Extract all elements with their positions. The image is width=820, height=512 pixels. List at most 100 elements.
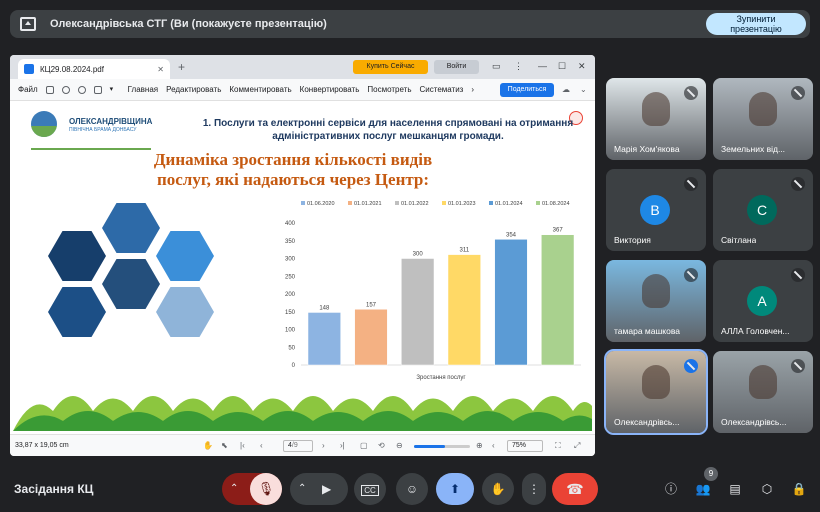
more-vert-icon: ⋮ <box>528 482 540 496</box>
participant-tile[interactable]: С Світлана <box>713 169 813 251</box>
slide-page: ОЛЕКСАНДРІВЩИНА ПІВНІЧНА БРАМА ДОНБАСУ 1… <box>13 103 592 431</box>
legend-swatch <box>395 201 399 205</box>
people-icon[interactable]: 👥 <box>695 481 711 497</box>
stop-presenting-button[interactable]: Зупинити презентацію <box>706 13 806 35</box>
y-tick-label: 150 <box>285 310 296 316</box>
legend-label: 01.01.2024 <box>495 201 523 207</box>
participant-count-badge: 9 <box>704 467 718 481</box>
prev-page-icon[interactable]: ‹ <box>260 441 263 450</box>
close-tab-icon[interactable]: ✕ <box>157 65 164 74</box>
rotate-icon[interactable]: ⟲ <box>378 441 385 450</box>
document-tab[interactable]: КЦ29.08.2024.pdf ✕ <box>18 59 170 79</box>
bar-value-label: 367 <box>553 228 564 234</box>
close-window-icon[interactable]: ✕ <box>578 61 586 72</box>
dropdown-icon[interactable]: ▾ <box>110 86 118 94</box>
participant-tile[interactable]: тамара машкова <box>606 260 706 342</box>
fit-width-icon[interactable]: ⛶ <box>555 441 561 451</box>
participant-silhouette <box>749 92 777 126</box>
participant-tile[interactable]: Олександрівсь... <box>713 351 813 433</box>
fit-page-icon[interactable]: ▢ <box>360 441 368 450</box>
participant-tile[interactable]: Земельних від... <box>713 78 813 160</box>
camera-options-icon[interactable]: ⌃ <box>298 473 306 505</box>
print-icon[interactable] <box>45 85 54 94</box>
menu-file[interactable]: Файл <box>18 85 38 94</box>
first-page-icon[interactable]: |‹ <box>240 441 245 450</box>
select-tool-icon[interactable]: ⬉ <box>221 441 228 450</box>
last-page-icon[interactable]: ›| <box>340 441 345 450</box>
participant-name: АЛЛА Головчен... <box>721 326 790 336</box>
activities-icon[interactable]: ⬡ <box>759 481 775 497</box>
login-button[interactable]: Войти <box>434 60 479 74</box>
participant-tile[interactable]: А АЛЛА Головчен... <box>713 260 813 342</box>
menu-more-icon[interactable]: › <box>471 85 474 94</box>
emoji-icon: ☺ <box>405 482 419 496</box>
y-tick-label: 400 <box>285 221 296 227</box>
menu-edit[interactable]: Редактировать <box>166 85 221 94</box>
zoom-slider[interactable] <box>414 445 470 448</box>
mail-icon[interactable] <box>93 85 102 94</box>
fullscreen-icon[interactable]: ⤢ <box>574 441 580 451</box>
menu-home[interactable]: Главная <box>128 85 158 94</box>
mic-off-icon[interactable]: 🎙 <box>250 473 282 505</box>
stop-label-line1: Зупинити <box>736 14 776 24</box>
mic-control[interactable]: ⌃ 🎙 <box>222 473 282 505</box>
mic-options-icon[interactable]: ⌃ <box>230 473 238 505</box>
host-controls-icon[interactable]: 🔒 <box>791 481 807 497</box>
page-total: /9 <box>291 442 298 449</box>
slide-title: Динаміка зростання кількості видів послу… <box>123 150 463 190</box>
zoom-slider-fill <box>414 445 445 448</box>
leave-call-button[interactable]: ☎ <box>552 473 598 505</box>
collapse-icon[interactable]: ⌄ <box>580 85 587 94</box>
legend-label: 01.06.2020 <box>307 201 335 207</box>
undo-icon[interactable] <box>61 85 70 94</box>
participant-tile[interactable]: В Виктория <box>606 169 706 251</box>
menu-organize[interactable]: Систематиз <box>420 85 464 94</box>
page-dimensions: 33,87 x 19,05 cm <box>15 442 69 449</box>
mic-muted-icon <box>791 268 805 282</box>
share-button[interactable]: Поделиться <box>500 83 554 97</box>
zoom-out-icon[interactable]: ⊖ <box>396 441 403 450</box>
more-options-button[interactable]: ⋮ <box>522 473 546 505</box>
bar-01.01.2024 <box>494 239 528 366</box>
maximize-icon[interactable]: ☐ <box>558 61 566 72</box>
menu-view[interactable]: Посмотреть <box>367 85 411 94</box>
zoom-field[interactable]: 75% <box>507 440 543 452</box>
participant-name: Олександрівсь... <box>721 417 787 427</box>
menu-convert[interactable]: Конвертировать <box>300 85 360 94</box>
zoom-in-icon[interactable]: ⊕ <box>476 441 483 450</box>
hand-tool-icon[interactable]: ✋ <box>203 441 213 450</box>
captions-button[interactable]: CC <box>354 473 386 505</box>
camera-icon[interactable]: ▶ <box>322 473 331 505</box>
mic-muted-icon <box>684 86 698 100</box>
stop-label-line2: презентацію <box>730 24 782 34</box>
menu-comment[interactable]: Комментировать <box>229 85 291 94</box>
participant-tile[interactable]: Марія Хом'якова <box>606 78 706 160</box>
camera-control[interactable]: ⌃ ▶ <box>290 473 348 505</box>
info-icon[interactable]: ⓘ <box>663 481 679 497</box>
legend-label: 01.08.2024 <box>542 201 570 207</box>
present-button[interactable]: ⬆ <box>436 473 474 505</box>
slide-title-line2: послуг, які надаються через Центр: <box>156 170 430 189</box>
minimize-icon[interactable]: — <box>538 61 547 71</box>
document-tab-title: КЦ29.08.2024.pdf <box>40 64 104 74</box>
mic-muted-icon <box>791 177 805 191</box>
gears-hex-icon <box>48 287 106 337</box>
page-number-field[interactable]: 4/9 <box>283 440 313 452</box>
tab-bar: КЦ29.08.2024.pdf ✕ + Купить Сейчас Войти… <box>10 55 595 79</box>
zoom-dropdown-icon[interactable]: ‹ <box>492 441 495 450</box>
emoji-button[interactable]: ☺ <box>396 473 428 505</box>
buy-now-button[interactable]: Купить Сейчас <box>353 60 428 74</box>
next-page-icon[interactable]: › <box>322 441 325 450</box>
bar-01.01.2022 <box>401 258 435 366</box>
raise-hand-button[interactable]: ✋ <box>482 473 514 505</box>
more-icon[interactable]: ⋮ <box>514 61 523 72</box>
cloud-icon[interactable]: ☁ <box>562 85 570 94</box>
bar-01.01.2023 <box>447 254 481 366</box>
new-tab-icon[interactable]: + <box>178 60 185 74</box>
meeting-title: Засідання КЦ <box>14 482 94 496</box>
participant-avatar: С <box>747 195 777 225</box>
redo-icon[interactable] <box>77 85 86 94</box>
participant-tile[interactable]: Олександрівсь... <box>604 349 708 435</box>
chat-icon[interactable]: ▤ <box>727 481 743 497</box>
comment-icon[interactable]: ▭ <box>492 61 501 72</box>
